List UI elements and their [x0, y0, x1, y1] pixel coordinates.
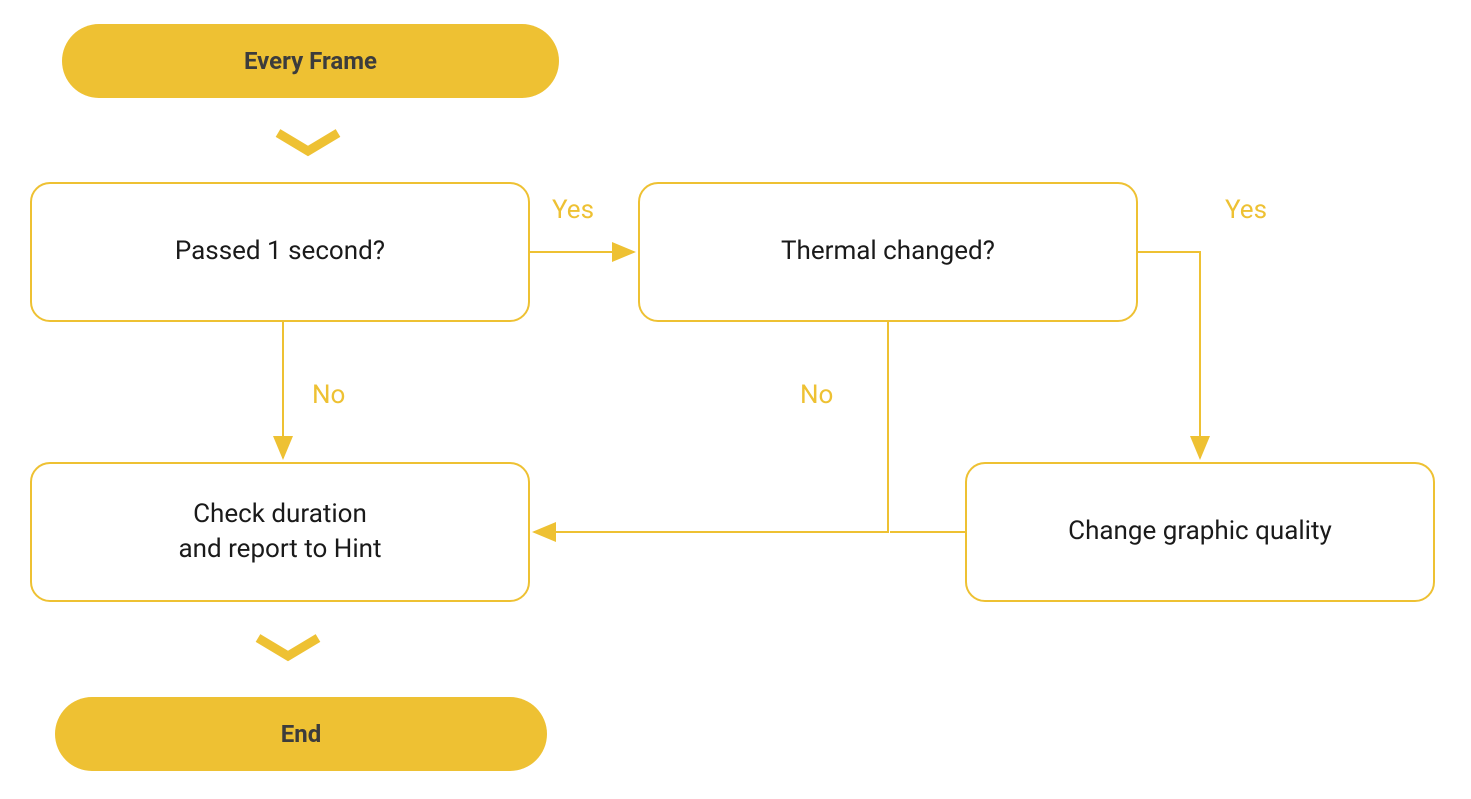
decision-passed-1-second-label: Passed 1 second?	[175, 234, 385, 269]
decision-passed-1-second: Passed 1 second?	[30, 182, 530, 322]
process-check-duration-label: Check duration and report to Hint	[178, 497, 381, 567]
terminal-start-label: Every Frame	[244, 47, 377, 75]
decision-thermal-changed: Thermal changed?	[638, 182, 1138, 322]
edge-label-yes-1: Yes	[552, 195, 594, 225]
process-check-duration: Check duration and report to Hint	[30, 462, 530, 602]
terminal-end-label: End	[281, 720, 321, 748]
process-change-quality: Change graphic quality	[965, 462, 1435, 602]
chevron-down-icon	[248, 630, 328, 666]
terminal-end: End	[55, 697, 547, 771]
edge-label-no-1: No	[312, 380, 345, 410]
edge-label-yes-2: Yes	[1225, 195, 1267, 225]
decision-thermal-changed-label: Thermal changed?	[781, 234, 995, 269]
terminal-start: Every Frame	[62, 24, 559, 98]
edge-label-no-2: No	[800, 380, 833, 410]
chevron-down-icon	[268, 125, 348, 161]
flow-arrows	[0, 0, 1471, 799]
process-change-quality-label: Change graphic quality	[1068, 514, 1332, 549]
